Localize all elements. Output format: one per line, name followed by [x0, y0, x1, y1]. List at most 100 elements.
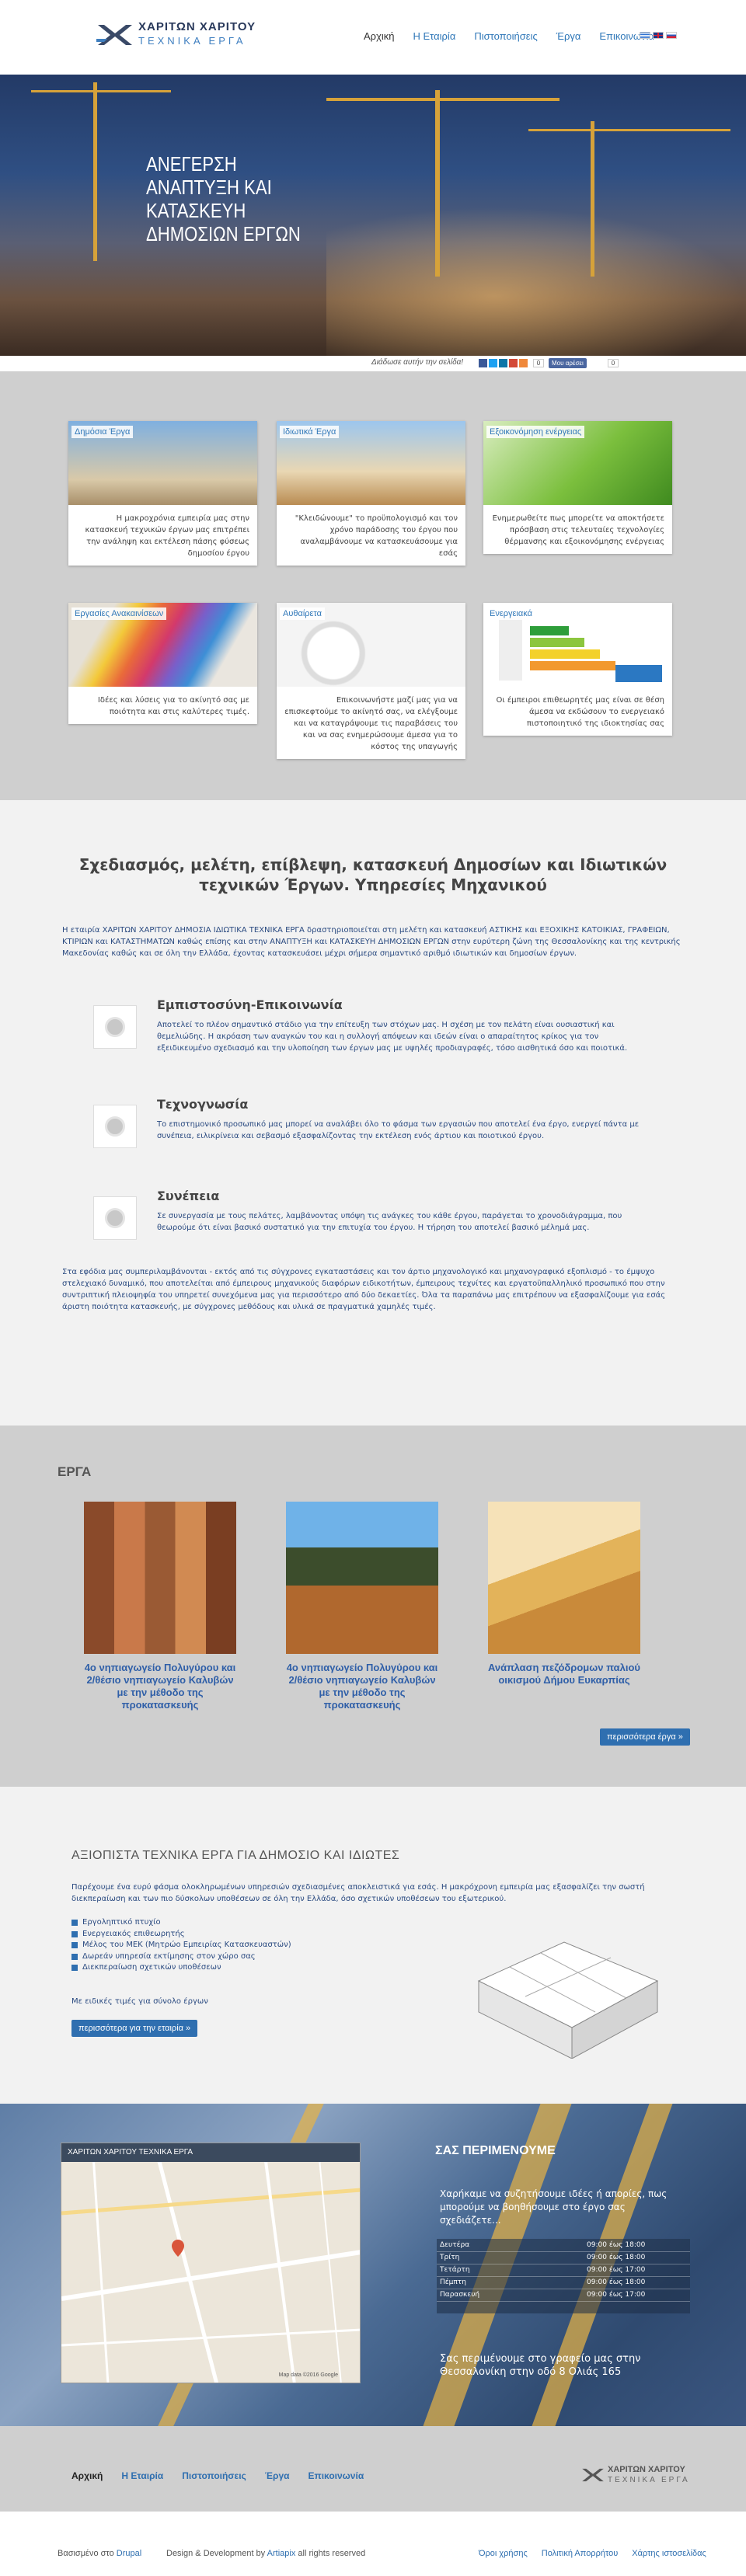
main-nav: Αρχική Η Εταιρία Πιστοποιήσεις Έργα Επικ…: [364, 30, 654, 42]
service-text: Η μακροχρόνια εμπειρία μας στην κατασκευ…: [85, 514, 249, 558]
why-special-prices: Με ειδικές τιμές για σύνολο έργων: [71, 1997, 208, 2006]
project-image: [488, 1502, 640, 1654]
greek-flag-icon[interactable]: [640, 32, 650, 39]
contact-address: Σας περιμένουμε στο γραφείο μας στην Θεσ…: [440, 2353, 641, 2378]
crane-jib: [31, 90, 171, 92]
artiapix-link[interactable]: Artiapix: [267, 2549, 296, 2558]
plus-icon[interactable]: [519, 359, 528, 367]
feature-title: Εμπιστοσύνη-Επικοινωνία: [157, 997, 343, 1012]
list-item: Ενεργειακός επιθεωρητής: [71, 1929, 291, 1941]
service-image: Ιδιωτικά Έργα: [277, 421, 465, 505]
site-logo[interactable]: ΧΑΡΙΤΩΝ ΧΑΡΙΤΟΥ ΤΕΧΝΙΚΑ ΕΡΓΑ: [96, 20, 260, 51]
logo-mark-icon: [96, 25, 132, 45]
project-title[interactable]: 4ο νηπιαγωγείο Πολυγύρου και 2/θέσιο νηπ…: [286, 1654, 438, 1711]
email-icon[interactable]: [509, 359, 518, 367]
service-text: Επικοινωνήστε μαζί μας για να επισκεφτού…: [284, 696, 458, 751]
why-intro: Παρέχουμε ένα ευρύ φάσμα ολοκληρωμένων υ…: [71, 1883, 645, 1903]
nav-certifications[interactable]: Πιστοποιήσεις: [474, 30, 537, 42]
service-title: Αυθαίρετα: [280, 607, 325, 620]
share-icons: [479, 359, 528, 367]
contact-title: ΣΑΣ ΠΕΡΙΜΕΝΟΥΜΕ: [435, 2144, 556, 2157]
projects-heading: ΕΡΓΑ: [58, 1464, 92, 1479]
about-title: Σχεδιασμός, μελέτη, επίβλεψη, κατασκευή …: [78, 855, 668, 894]
legal-links: Όροι χρήσης Πολιτική Απορρήτου Χάρτης ισ…: [479, 2549, 706, 2558]
privacy-link[interactable]: Πολιτική Απορρήτου: [542, 2549, 619, 2558]
service-title: Εργασίες Ανακαινίσεων: [71, 607, 167, 620]
project-image: [286, 1502, 438, 1654]
terms-link[interactable]: Όροι χρήσης: [479, 2549, 528, 2558]
share-bar: Διάδωσε αυτήν την σελίδα! 0 Μου αρέσει 0: [0, 356, 746, 371]
credit-drupal: Βασισμένο στο Drupal: [58, 2549, 142, 2558]
consistency-icon: [93, 1196, 137, 1240]
uk-flag-icon[interactable]: [653, 32, 664, 39]
list-item: Εργοληπτικό πτυχίο: [71, 1917, 291, 1929]
russian-flag-icon[interactable]: [666, 32, 677, 39]
nav-projects[interactable]: Έργα: [556, 30, 581, 42]
like-count: 0: [608, 359, 619, 367]
crane-jib: [326, 98, 560, 101]
hero-banner: ΑΝΕΓΕΡΣΗ ΑΝΑΠΤΥΞΗ ΚΑΙ ΚΑΤΑΣΚΕΥΗ ΔΗΜΟΣΙΩΝ…: [0, 75, 746, 356]
table-row: Παρασκευή 09:00 έως 17:00: [437, 2289, 690, 2302]
service-title: Δημόσια Έργα: [71, 426, 134, 438]
project-card[interactable]: Ανάπλαση πεζόδρομων παλιού οικισμού Δήμο…: [488, 1502, 640, 1687]
feature-text: Το επιστημονικό προσωπικό μας μπορεί να …: [157, 1120, 640, 1140]
like-button[interactable]: Μου αρέσει: [549, 358, 587, 368]
logo-mark-icon: [582, 2468, 604, 2482]
footer-logo-subtitle: ΤΕΧΝΙΚΑ ΕΡΓΑ: [608, 2476, 690, 2484]
more-projects-button[interactable]: περισσότερα έργα »: [600, 1728, 690, 1746]
opening-hours-table: Δευτέρα 09:00 έως 18:00 Τρίτη 09:00 έως 18…: [437, 2239, 690, 2302]
footer-nav-projects[interactable]: Έργα: [265, 2470, 290, 2481]
footer-nav-company[interactable]: Η Εταιρία: [121, 2470, 163, 2481]
service-image: Εξοικονόμηση ενέργειας: [483, 421, 672, 505]
project-card[interactable]: 4ο νηπιαγωγείο Πολυγύρου και 2/θέσιο νηπ…: [286, 1502, 438, 1711]
service-card[interactable]: Εξοικονόμηση ενέργειας Ενημερωθείτε πως …: [483, 421, 672, 554]
project-card[interactable]: 4ο νηπιαγωγείο Πολυγύρου και 2/θέσιο νηπ…: [84, 1502, 236, 1711]
service-card[interactable]: Αυθαίρετα Επικοινωνήστε μαζί μας για να …: [277, 603, 465, 759]
contact-section: ΧΑΡΙΤΩΝ ΧΑΡΙΤΟΥ ΤΕΧΝΙΚΑ ΕΡΓΑ Map data ©2…: [0, 2104, 746, 2426]
crane-mast: [435, 90, 440, 277]
map-pin-icon[interactable]: [172, 2240, 184, 2257]
why-list: Εργοληπτικό πτυχίο Ενεργειακός επιθεωρητ…: [71, 1917, 291, 1974]
about-outro: Στα εφόδια μας συμπεριλαμβάνονται - εκτό…: [62, 1268, 666, 1311]
service-image: Δημόσια Έργα: [68, 421, 257, 505]
service-title: Ιδιωτικά Έργα: [280, 426, 340, 438]
footer-nav-home[interactable]: Αρχική: [71, 2470, 103, 2481]
nav-home[interactable]: Αρχική: [364, 30, 395, 42]
footer-nav-contact[interactable]: Επικοινωνία: [309, 2470, 364, 2481]
more-company-button[interactable]: περισσότερα για την εταιρία »: [71, 2020, 198, 2037]
crane-mast: [93, 82, 97, 261]
share-count: 0: [533, 359, 544, 367]
site-header: ΧΑΡΙΤΩΝ ΧΑΡΙΤΟΥ ΤΕΧΝΙΚΑ ΕΡΓΑ Αρχική Η Ετ…: [0, 0, 746, 75]
logo-subtitle: ΤΕΧΝΙΚΑ ΕΡΓΑ: [138, 35, 246, 47]
service-card[interactable]: Ιδιωτικά Έργα "Κλειδώνουμε" το προϋπολογ…: [277, 421, 465, 566]
checkbox-icon: [71, 1965, 78, 1972]
project-title[interactable]: Ανάπλαση πεζόδρομων παλιού οικισμού Δήμο…: [488, 1654, 640, 1687]
nav-company[interactable]: Η Εταιρία: [413, 30, 456, 42]
drupal-link[interactable]: Drupal: [117, 2549, 141, 2558]
service-card[interactable]: Ενεργειακά Οι έμπειροι επιθεωρητές μας ε…: [483, 603, 672, 736]
linkedin-icon[interactable]: [499, 359, 507, 367]
list-item: Μέλος του ΜΕΚ (Μητρώο Εμπειρίας Κατασκευ…: [71, 1940, 291, 1951]
service-image: Εργασίες Ανακαινίσεων: [68, 603, 257, 687]
credit-design: Design & Development by Artiapix all rig…: [166, 2549, 366, 2558]
sitemap-link[interactable]: Χάρτης ιστοσελίδας: [632, 2549, 706, 2558]
list-item: Δωρεάν υπηρεσία εκτίμησης στον χώρο σας: [71, 1951, 291, 1963]
service-card[interactable]: Εργασίες Ανακαινίσεων Ιδέες και λύσεις γ…: [68, 603, 257, 724]
location-map[interactable]: ΧΑΡΙΤΩΝ ΧΑΡΙΤΟΥ ΤΕΧΝΙΚΑ ΕΡΓΑ Map data ©2…: [61, 2143, 361, 2383]
about-intro: Η εταιρία ΧΑΡΙΤΩΝ ΧΑΡΙΤΟΥ ΔΗΜΟΣΙΑ ΙΔΙΩΤΙ…: [62, 926, 681, 958]
checkbox-icon: [71, 1920, 78, 1927]
project-title[interactable]: 4ο νηπιαγωγείο Πολυγύρου και 2/θέσιο νηπ…: [84, 1654, 236, 1711]
service-text: Οι έμπειροι επιθεωρητές μας είναι σε θέσ…: [496, 696, 664, 728]
twitter-icon[interactable]: [489, 359, 497, 367]
feature-text: Αποτελεί το πλέον σημαντικό στάδιο για τ…: [157, 1021, 628, 1053]
trust-icon: [93, 1005, 137, 1049]
checkbox-icon: [71, 1942, 78, 1949]
footer-logo[interactable]: ΧΑΡΙΤΩΝ ΧΑΡΙΤΟΥ ΤΕΧΝΙΚΑ ΕΡΓΑ: [581, 2465, 698, 2488]
facebook-icon[interactable]: [479, 359, 487, 367]
crane-jib: [528, 129, 730, 131]
feature-title: Τεχνογνωσία: [157, 1097, 249, 1112]
map-streets: [61, 2143, 360, 2383]
footer-nav-certifications[interactable]: Πιστοποιήσεις: [182, 2470, 246, 2481]
crane-mast: [591, 121, 594, 277]
service-card[interactable]: Δημόσια Έργα Η μακροχρόνια εμπειρία μας …: [68, 421, 257, 566]
